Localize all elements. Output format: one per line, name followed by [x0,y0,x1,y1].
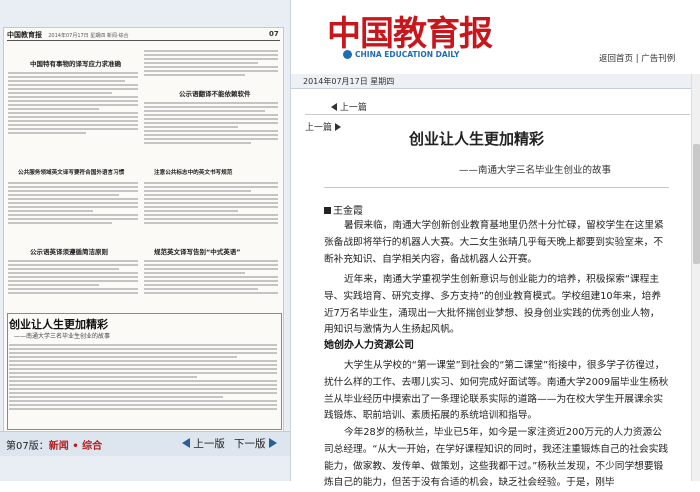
home-link[interactable]: 返回首页 [599,54,633,64]
page-headline[interactable]: 中国特有事物的译写应力求准确 [30,58,121,68]
lead-article-title[interactable]: 创业让人生更加精彩 [9,316,108,332]
bullet-icon [324,207,331,214]
article-text-block[interactable] [144,48,278,86]
site-header: 中国教育报 CHINA EDUCATION DAILY 返回首页 | 广告刊例 [291,0,700,74]
article-paragraph: 大学生从学校的“第一课堂”到社会的“第二课堂”衔接中，很多学子彷徨过，扰什么样的… [324,360,669,422]
article-text-block[interactable] [8,70,138,148]
prev-page-button[interactable]: 上一版 [182,436,225,451]
article-text-block[interactable] [8,180,138,240]
page-headline[interactable]: 注意公共标志中的英文书写规范 [154,168,232,176]
panel-bottom [0,456,290,481]
page-headline[interactable]: 规范英文译写告别“中式英语” [154,246,241,256]
page-masthead: 中国教育报 2014年07月17日 星期四 新闻·综合 07 [7,30,279,39]
section-label: 第07版：新闻 • 综合 [6,441,103,452]
page-headline[interactable]: 公共服务领域英文译写要符合国外语言习惯 [18,168,124,176]
issue-date: 2014年07月17日 星期四 [303,77,395,86]
article-author: 王金霞 [324,202,363,217]
article-text-block[interactable] [144,100,278,160]
arrow-left-icon [331,103,337,111]
article-subheading: 她创办人力资源公司 [324,340,414,351]
logo[interactable]: 中国教育报 [327,6,493,55]
article-paragraph: 暑假来临，南通大学创新创业教育基地里仍然十分忙碌，留校学生在这里紧张备战即将举行… [324,220,664,265]
arrow-left-icon [182,438,190,448]
article-paragraph: 今年28岁的杨秋兰，毕业已5年，如今是一家注资近200万元的人力资源公司总经理。… [324,427,669,489]
arrow-right-icon [334,123,341,131]
scrollbar-thumb[interactable] [693,144,700,264]
newspaper-page-panel: 中国教育报 2014年07月17日 星期四 新闻·综合 07 中国特有事物的译写… [0,0,291,481]
newspaper-page-thumbnail[interactable]: 中国教育报 2014年07月17日 星期四 新闻·综合 07 中国特有事物的译写… [3,27,284,432]
article-paragraph: 近年来，南通大学重视学生创新意识与创业能力的培养，积极探索“课程主导、实践培育、… [324,274,662,336]
article-panel: 中国教育报 CHINA EDUCATION DAILY 返回首页 | 广告刊例 … [291,0,700,488]
ad-rates-link[interactable]: 广告刊例 [641,54,675,64]
arrow-right-icon [268,438,277,448]
page-headline[interactable]: 公示语英译须遵循简洁原则 [30,246,108,256]
divider [324,187,669,188]
date-bar: 2014年07月17日 星期四 [291,74,700,89]
top-links: 返回首页 | 广告刊例 [599,54,676,64]
scrollbar[interactable] [691,74,700,481]
lead-article-subtitle: ——南通大学三名毕业生创业的故事 [14,333,111,340]
next-article-link[interactable]: 上一篇 [305,120,341,133]
next-page-button[interactable]: 下一版 [234,436,277,451]
page-number: 07 [269,30,279,38]
article-text-block[interactable] [144,180,278,240]
page-headline[interactable]: 公示语翻译不能依赖软件 [179,88,251,98]
article-text-block[interactable] [9,342,277,426]
article-title: 创业让人生更加精彩 [409,130,545,148]
logo-english: CHINA EDUCATION DAILY [343,50,459,59]
prev-article-link[interactable]: 上一篇 [331,100,367,113]
divider [305,114,690,115]
globe-icon [343,50,352,59]
article-subtitle: ——南通大学三名毕业生创业的故事 [459,165,612,176]
article-text-block[interactable] [8,258,138,308]
article-text-block[interactable] [144,258,278,308]
